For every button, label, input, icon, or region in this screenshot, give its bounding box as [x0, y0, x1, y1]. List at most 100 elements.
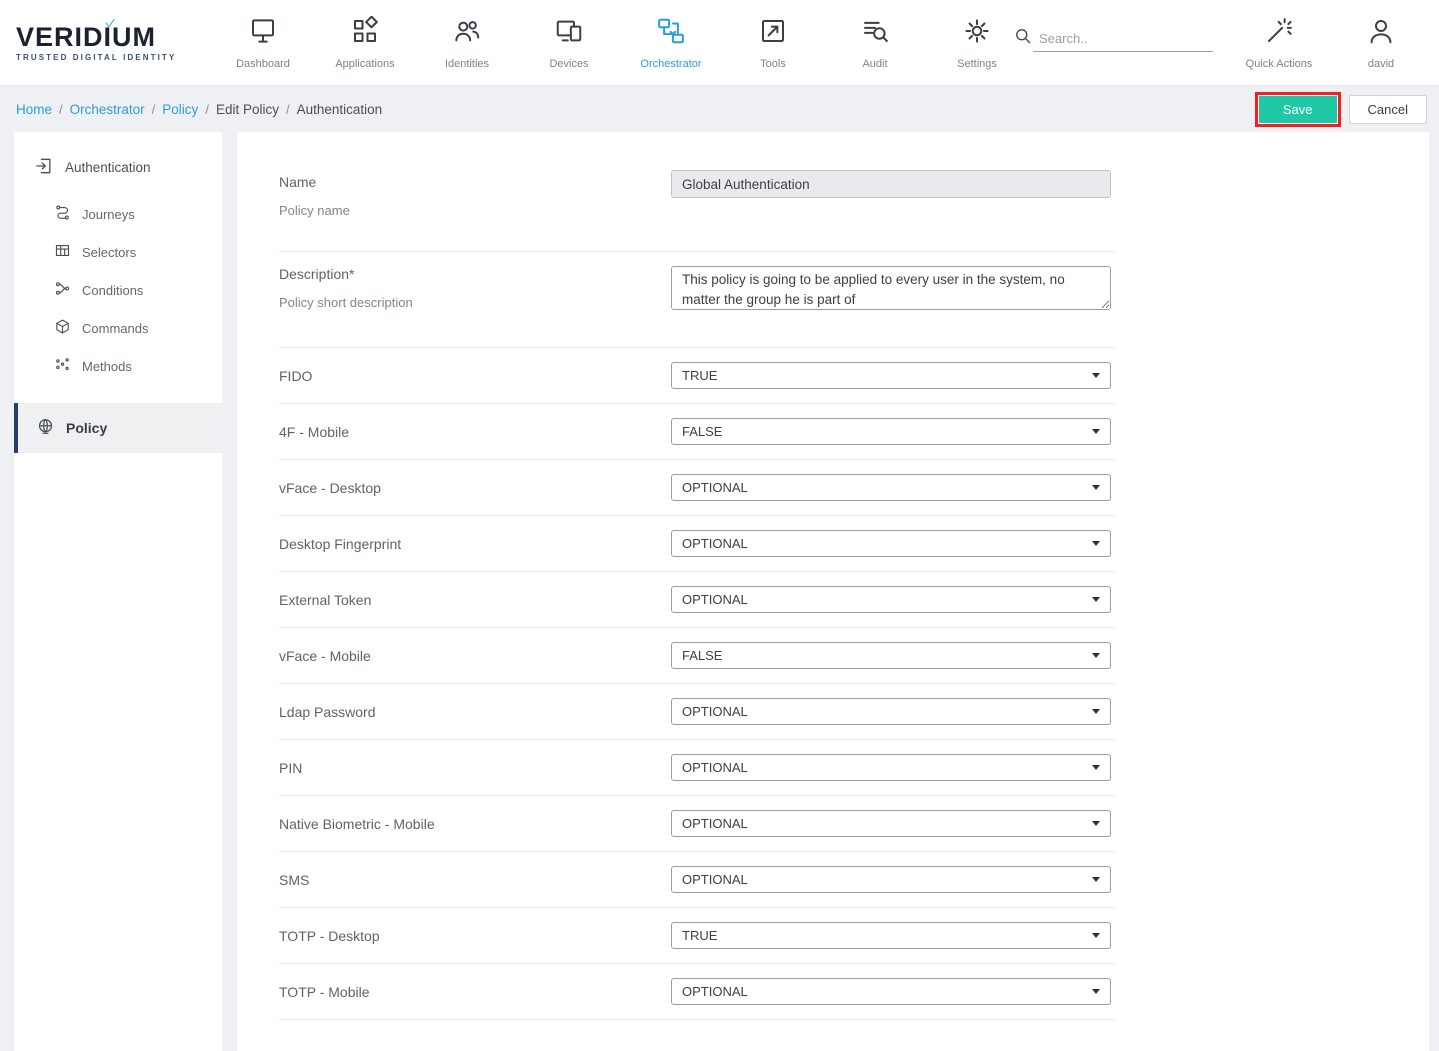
field-label: Ldap Password — [279, 704, 671, 720]
chevron-down-icon — [1092, 709, 1100, 714]
form-row: Desktop Fingerprint OPTIONAL — [279, 516, 1115, 572]
policy-description-textarea[interactable]: This policy is going to be applied to ev… — [671, 266, 1111, 310]
select-dropdown[interactable]: OPTIONAL — [671, 866, 1111, 893]
sidebar-item-journeys[interactable]: Journeys — [14, 195, 222, 233]
quick-actions-button[interactable]: Quick Actions — [1243, 16, 1315, 70]
quick-actions-label: Quick Actions — [1246, 58, 1313, 70]
main-panel: Name Policy name Description* Policy sho… — [237, 132, 1429, 1051]
field-label: SMS — [279, 872, 671, 888]
dropdown-rows: FIDO TRUE 4F - Mobile FALSE vFace - Desk… — [279, 348, 1115, 1020]
policy-name-input[interactable] — [671, 170, 1111, 198]
top-right-area: Quick Actions david — [1013, 16, 1417, 70]
select-value: OPTIONAL — [682, 592, 748, 607]
select-value: OPTIONAL — [682, 480, 748, 495]
sidebar-item-label: Selectors — [82, 245, 136, 260]
logo-check-icon — [102, 17, 118, 36]
nav-label: Applications — [335, 58, 394, 70]
form-row-description: Description* Policy short description Th… — [279, 252, 1115, 348]
nav-label: Tools — [760, 58, 786, 70]
select-dropdown[interactable]: OPTIONAL — [671, 586, 1111, 613]
breadcrumb-separator: / — [59, 102, 63, 117]
form-row: PIN OPTIONAL — [279, 740, 1115, 796]
nav-item-audit[interactable]: Audit — [839, 16, 911, 70]
breadcrumb-bar: Home / Orchestrator / Policy / Edit Poli… — [0, 86, 1439, 132]
search-input[interactable] — [1033, 26, 1213, 52]
sidebar-item-methods[interactable]: Methods — [14, 347, 222, 385]
form-row: vFace - Desktop OPTIONAL — [279, 460, 1115, 516]
nav-item-tools[interactable]: Tools — [737, 16, 809, 70]
select-dropdown[interactable]: TRUE — [671, 362, 1111, 389]
field-label: FIDO — [279, 368, 671, 384]
nav-item-settings[interactable]: Settings — [941, 16, 1013, 70]
globe-shield-icon — [36, 417, 55, 439]
breadcrumb-policy[interactable]: Policy — [162, 102, 198, 117]
chevron-down-icon — [1092, 765, 1100, 770]
select-dropdown[interactable]: TRUE — [671, 922, 1111, 949]
breadcrumb-home[interactable]: Home — [16, 102, 52, 117]
user-name-label: david — [1368, 58, 1394, 70]
sidebar-item-conditions[interactable]: Conditions — [14, 271, 222, 309]
sidebar-item-label: Conditions — [82, 283, 143, 298]
field-label: 4F - Mobile — [279, 424, 671, 440]
select-dropdown[interactable]: FALSE — [671, 418, 1111, 445]
nav-label: Devices — [549, 58, 588, 70]
select-dropdown[interactable]: OPTIONAL — [671, 978, 1111, 1005]
form-row: 4F - Mobile FALSE — [279, 404, 1115, 460]
nav-item-devices[interactable]: Devices — [533, 16, 605, 70]
form-row-name: Name Policy name — [279, 152, 1115, 252]
nav-item-identities[interactable]: Identities — [431, 16, 503, 70]
policy-form: Name Policy name Description* Policy sho… — [279, 152, 1115, 1020]
breadcrumb-orchestrator[interactable]: Orchestrator — [70, 102, 145, 117]
breadcrumb-edit-policy: Edit Policy — [216, 102, 279, 117]
select-dropdown[interactable]: FALSE — [671, 642, 1111, 669]
devices-icon — [554, 16, 584, 51]
select-dropdown[interactable]: OPTIONAL — [671, 698, 1111, 725]
monitor-icon — [248, 16, 278, 51]
brand-tagline: TRUSTED DIGITAL IDENTITY — [16, 53, 199, 62]
chevron-down-icon — [1092, 541, 1100, 546]
select-value: OPTIONAL — [682, 816, 748, 831]
nav-item-orchestrator[interactable]: Orchestrator — [635, 16, 707, 70]
sidebar-item-authentication[interactable]: Authentication — [14, 140, 222, 195]
field-label: PIN — [279, 760, 671, 776]
form-row: FIDO TRUE — [279, 348, 1115, 404]
top-bar: VERIDIUM TRUSTED DIGITAL IDENTITY Dashbo… — [0, 0, 1439, 86]
field-label: vFace - Mobile — [279, 648, 671, 664]
sidebar-item-commands[interactable]: Commands — [14, 309, 222, 347]
app-grid-icon — [350, 16, 380, 51]
breadcrumb-separator: / — [286, 102, 290, 117]
chevron-down-icon — [1092, 597, 1100, 602]
table-icon — [54, 242, 71, 262]
nav-label: Audit — [862, 58, 887, 70]
chevron-down-icon — [1092, 989, 1100, 994]
select-dropdown[interactable]: OPTIONAL — [671, 754, 1111, 781]
nav-item-applications[interactable]: Applications — [329, 16, 401, 70]
field-label: External Token — [279, 592, 671, 608]
field-label: vFace - Desktop — [279, 480, 671, 496]
login-icon — [34, 156, 54, 179]
nav-item-dashboard[interactable]: Dashboard — [227, 16, 299, 70]
sidebar-item-label: Journeys — [82, 207, 135, 222]
brand-logo[interactable]: VERIDIUM TRUSTED DIGITAL IDENTITY — [16, 24, 199, 62]
select-value: FALSE — [682, 648, 722, 663]
select-dropdown[interactable]: OPTIONAL — [671, 474, 1111, 501]
chevron-down-icon — [1092, 933, 1100, 938]
name-sublabel: Policy name — [279, 203, 671, 218]
sidebar-active-label: Policy — [66, 420, 107, 436]
sidebar-item-selectors[interactable]: Selectors — [14, 233, 222, 271]
select-dropdown[interactable]: OPTIONAL — [671, 530, 1111, 557]
sidebar: Authentication Journeys Selectors Condit… — [14, 132, 222, 1051]
save-button[interactable]: Save — [1259, 96, 1337, 123]
select-value: OPTIONAL — [682, 760, 748, 775]
select-value: OPTIONAL — [682, 704, 748, 719]
select-dropdown[interactable]: OPTIONAL — [671, 810, 1111, 837]
content-area: Authentication Journeys Selectors Condit… — [0, 132, 1439, 1051]
save-highlight-annotation: Save — [1255, 92, 1341, 127]
form-row: SMS OPTIONAL — [279, 852, 1115, 908]
user-menu[interactable]: david — [1345, 16, 1417, 70]
cancel-button[interactable]: Cancel — [1349, 95, 1427, 124]
chevron-down-icon — [1092, 653, 1100, 658]
select-value: OPTIONAL — [682, 536, 748, 551]
sidebar-item-policy[interactable]: Policy — [14, 403, 222, 453]
nav-label: Orchestrator — [640, 58, 701, 70]
